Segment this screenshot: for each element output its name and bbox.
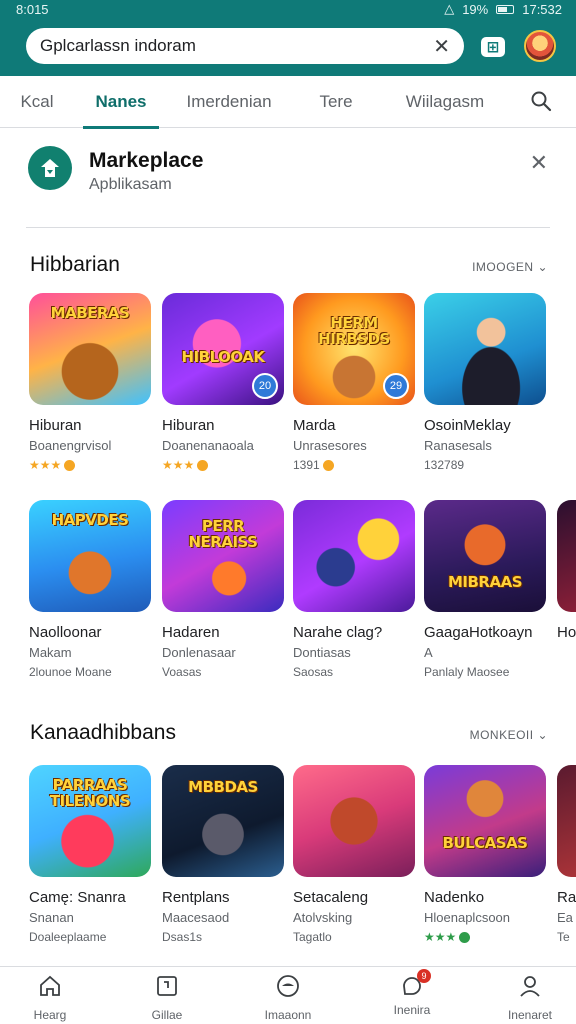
app-card[interactable]: OsoinMeklay Ranasesals 132789 [424, 293, 548, 472]
apps-button[interactable]: ⊞ [478, 32, 508, 62]
battery-icon [496, 4, 515, 14]
clear-search-icon[interactable]: ✕ [433, 34, 450, 59]
category-tabs: Kcal Nanes Imerdenian Tere Wiilagasm [0, 76, 576, 129]
rating-stars-icon: ★★★ [29, 458, 62, 472]
app-card[interactable]: PERR NERAISS Hadaren Donlenasaar Voasas [162, 500, 286, 679]
nav-games[interactable]: Imaaonn [243, 973, 333, 1022]
nav-library[interactable]: Gillae [122, 973, 212, 1022]
app-card[interactable]: Ho [557, 500, 576, 641]
library-icon [157, 976, 177, 996]
grid-icon: ⊞ [481, 37, 505, 57]
app-card[interactable]: MBBDAS Rentplans Maacesaod Dsas1s [162, 765, 286, 944]
status-time: 8:015 [16, 1, 49, 17]
tab-imerdenian[interactable]: Imerdenian [180, 76, 278, 128]
games-icon [277, 975, 299, 997]
app-card[interactable]: Ra Ea Te [557, 765, 576, 944]
tab-nanes[interactable]: Nanes [83, 76, 159, 129]
marketplace-title: Markeplace [89, 149, 204, 172]
wifi-icon: △ [444, 1, 455, 16]
section-title-hibbarian: Hibbarian [30, 253, 120, 276]
search-icon[interactable] [530, 90, 552, 112]
section-more-button[interactable]: IMOOGEN ⌄ [472, 260, 548, 274]
home-icon [40, 975, 60, 996]
app-card[interactable]: MIBRAAS GaagaHotkoayn A Panlaly Maosee [424, 500, 548, 679]
rating-stars-icon: ★★★ [424, 930, 457, 944]
section-title-kanaadhibbans: Kanaadhibbans [30, 721, 176, 744]
marketplace-logo-icon [28, 146, 72, 190]
app-header: 8:015 △ 19% 17:532 ✕ ⊞ [0, 0, 576, 76]
search-bar[interactable]: ✕ [26, 28, 464, 64]
badge: 29 [383, 373, 409, 399]
section-more-button[interactable]: MONKEOII ⌄ [470, 728, 548, 742]
close-icon[interactable]: ✕ [530, 150, 548, 176]
app-card[interactable]: Setacaleng Atolvsking Tagatlo [293, 765, 417, 944]
tab-kcal[interactable]: Kcal [8, 76, 66, 128]
tab-wiilagasm[interactable]: Wiilagasm [398, 76, 492, 128]
avatar[interactable] [524, 30, 556, 62]
app-card[interactable]: HAPVDES Naolloonar Makam 2lounoe Moane [29, 500, 153, 679]
marketplace-subtitle: Apblikasam [89, 176, 172, 193]
bottom-navigation: Hearg Gillae Imaaonn 9 Inenira Inenaret [0, 966, 576, 1024]
search-input[interactable] [40, 36, 434, 56]
app-thumbnail: MABERAS [29, 293, 151, 405]
app-card[interactable]: MABERAS Hiburan Boanengrvisol ★★★ [29, 293, 153, 472]
app-card[interactable]: PARRAAS TILENONS Camę: Snanra Snanan Doa… [29, 765, 153, 944]
notification-badge: 9 [417, 969, 431, 983]
app-card[interactable]: BULCASAS Nadenko Hloenaplcsoon ★★★ [424, 765, 548, 944]
app-card[interactable]: HIBLOOAK 20 Hiburan Doanenanaoala ★★★ [162, 293, 286, 472]
app-card[interactable]: Narahe clag? Dontiasas Saosas [293, 500, 417, 679]
battery-percent: 19% [462, 1, 489, 17]
nav-home[interactable]: Hearg [5, 973, 95, 1022]
status-bar: 8:015 △ 19% 17:532 [0, 0, 576, 18]
tab-tere[interactable]: Tere [305, 76, 367, 128]
marketplace-banner[interactable]: Markeplace Apblikasam ✕ [26, 140, 550, 228]
nav-notifications[interactable]: 9 Inenira [367, 969, 457, 1017]
account-icon [520, 976, 540, 997]
rating-stars-icon: ★★★ [162, 458, 195, 472]
app-card[interactable]: HERM HIRBSDS 29 Marda Unrasesores 1391 [293, 293, 417, 472]
nav-account[interactable]: Inenaret [485, 973, 575, 1022]
status-clock: 17:532 [522, 1, 562, 17]
badge: 20 [252, 373, 278, 399]
